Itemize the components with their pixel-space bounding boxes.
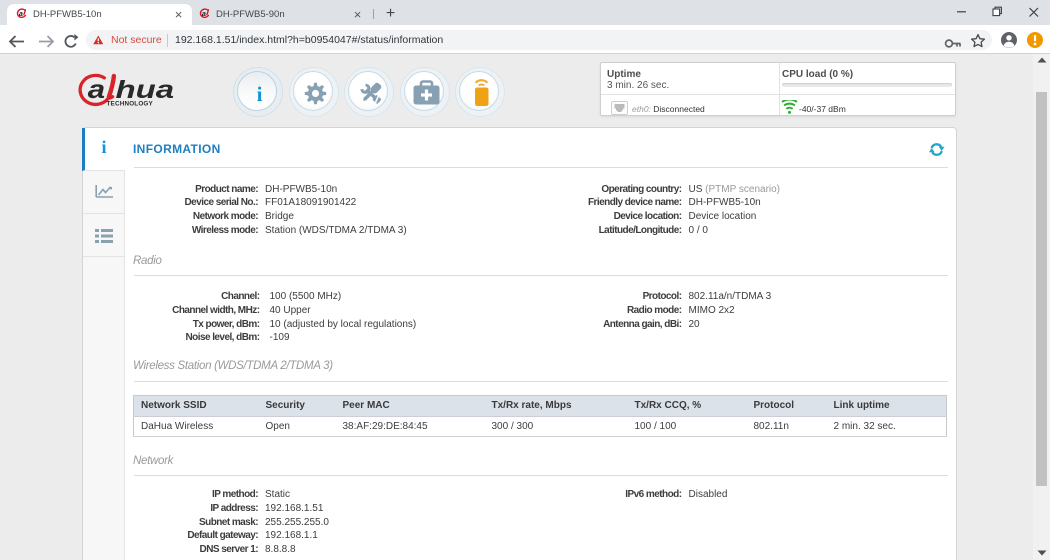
svg-text:a: a [88,76,105,105]
svg-text:TECHNOLOGY: TECHNOLOGY [107,101,154,108]
svg-text:a: a [19,9,23,18]
svg-text:a: a [202,9,206,18]
